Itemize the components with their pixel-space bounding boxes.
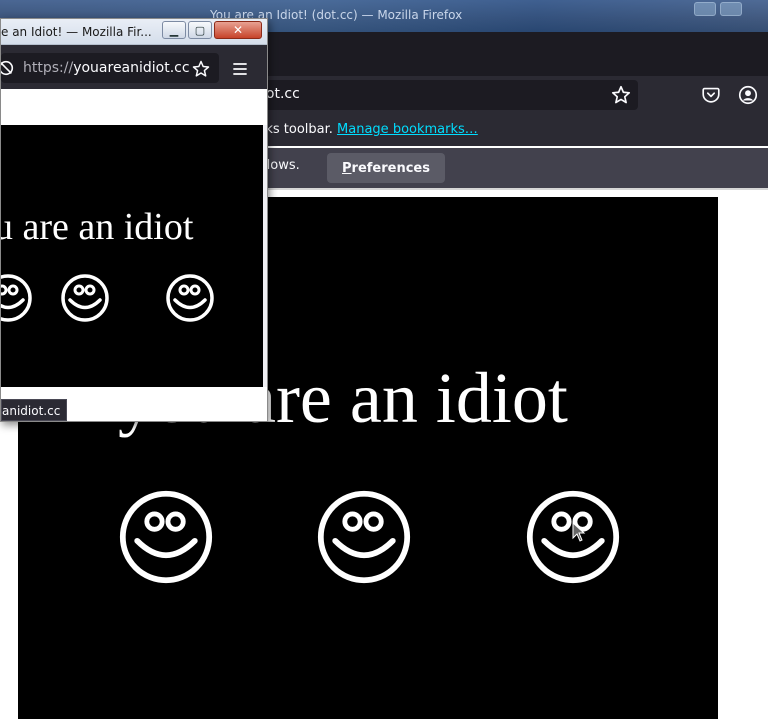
shield-icon[interactable] [0,59,15,77]
back-maximize-button[interactable] [720,2,742,16]
smiley-icon [166,274,214,322]
status-url-tooltip: anidiot.cc [1,399,68,421]
star-icon[interactable] [610,84,632,106]
popup-window[interactable]: e an Idiot! — Mozilla Fir... ▁ ▢ ✕ https… [0,18,268,422]
popup-window-title: e an Idiot! — Mozilla Fir... [1,25,152,39]
popup-page-heading: ou are an idiot [1,206,194,248]
smiley-icon [1,274,32,322]
mouse-cursor-icon [572,522,586,542]
close-button[interactable]: ✕ [214,21,262,39]
bookmarks-toolbar-text: rks toolbar. [260,122,333,137]
preferences-label: references [351,160,430,176]
smiley-icon [61,274,109,322]
popup-page-margin [1,89,267,125]
smiley-icon [317,490,411,584]
minimize-icon: ▁ [169,23,179,37]
smiley-icon [119,490,213,584]
popup-page-content: ou are an idiot [1,125,263,387]
preferences-access-key: P [342,160,352,176]
url-scheme: https:// [23,60,74,76]
desktop: You are an Idiot! (dot.cc) — Mozilla Fir… [0,0,768,724]
close-icon: ✕ [232,23,244,37]
url-host: youareanidiot.cc [73,60,190,76]
hamburger-menu-icon[interactable] [230,59,250,79]
account-icon[interactable] [737,84,759,106]
maximize-icon: ▢ [194,23,206,37]
popup-url-text[interactable]: https://youareanidiot.cc [23,60,190,76]
maximize-button[interactable]: ▢ [188,21,212,39]
bookmarks-toolbar-message: rks toolbar. Manage bookmarks… [260,122,478,137]
preferences-button[interactable]: Preferences [327,153,445,183]
manage-bookmarks-link[interactable]: Manage bookmarks… [337,122,478,137]
minimize-button[interactable]: ▁ [162,21,186,39]
star-icon[interactable] [191,59,211,79]
popup-titlebar[interactable]: e an Idiot! — Mozilla Fir... ▁ ▢ ✕ [1,19,267,45]
pocket-icon[interactable] [700,84,722,106]
back-minimize-button[interactable] [694,2,716,16]
back-window-controls [694,2,742,16]
